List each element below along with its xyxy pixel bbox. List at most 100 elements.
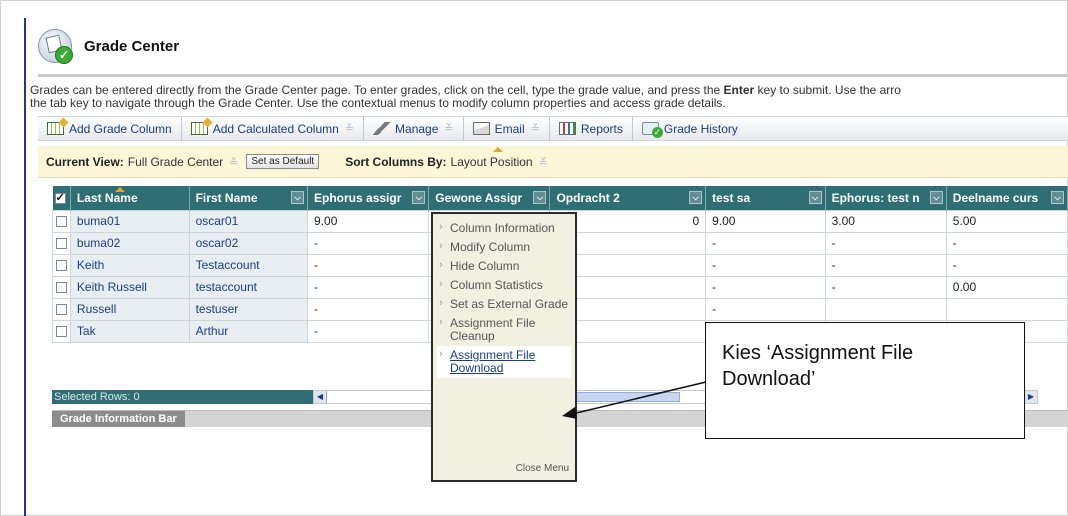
column-menu-icon[interactable]: ⌵ [1051, 191, 1064, 204]
grade-cell[interactable]: - [307, 319, 430, 343]
row-checkbox[interactable] [55, 260, 67, 272]
grade-cell[interactable]: - [824, 253, 947, 277]
sort-columns-dropdown[interactable]: Layout Position ≚ [451, 146, 548, 169]
column-header[interactable]: Opdracht 2 ⌵ [549, 186, 707, 210]
column-menu-icon[interactable]: ⌵ [808, 191, 822, 204]
row-checkbox[interactable] [55, 238, 67, 250]
close-menu-link[interactable]: Close Menu [516, 463, 569, 474]
column-header[interactable]: Gewone Assigr ⌵ [428, 186, 551, 210]
chevron-right-icon: › [439, 221, 443, 233]
set-as-default-button[interactable]: Set as Default [246, 154, 320, 169]
grade-cell[interactable]: - [307, 253, 430, 277]
row-checkbox[interactable] [55, 326, 67, 338]
title-divider [38, 74, 1068, 77]
column-menu-icon[interactable]: ⌵ [412, 191, 426, 204]
last-name-cell[interactable]: Russell [69, 297, 190, 321]
grade-cell[interactable]: 0.00 [945, 275, 1068, 299]
grade-cell[interactable]: - [705, 253, 826, 277]
grade-cell[interactable]: 3.00 [824, 209, 947, 233]
row-checkbox[interactable] [55, 282, 67, 294]
grade-cell[interactable]: - [945, 231, 1068, 255]
column-header[interactable]: Ephorus: test n ⌵ [825, 186, 947, 210]
current-view-label: Current View: [46, 154, 124, 169]
row-checkbox[interactable] [55, 304, 67, 316]
grade-cell[interactable]: - [307, 275, 430, 299]
chevron-down-icon: ≚ [344, 123, 355, 135]
first-name-cell[interactable]: Arthur [188, 319, 309, 343]
sort-indicator-icon [492, 146, 503, 152]
chevron-right-icon: › [439, 278, 443, 290]
select-all-checkbox[interactable] [54, 191, 66, 205]
wrench-icon [373, 122, 391, 135]
add-grade-column-button[interactable]: Add Grade Column [38, 117, 182, 140]
last-name-cell[interactable]: Tak [69, 319, 190, 343]
manage-menu-button[interactable]: Manage ≚ [364, 117, 464, 140]
view-options-bar: Current View: Full Grade Center ≚ Set as … [38, 146, 1068, 178]
grade-cell[interactable]: - [307, 231, 430, 255]
email-menu-button[interactable]: Email ≚ [464, 117, 550, 140]
row-checkbox[interactable] [55, 216, 67, 228]
grade-cell[interactable]: - [824, 231, 947, 255]
select-all-header[interactable] [52, 186, 71, 210]
menu-item-assignment-file-download[interactable]: › Assignment File Download [437, 346, 571, 378]
column-menu-icon[interactable]: ⌵ [291, 191, 305, 204]
grade-cell[interactable]: - [705, 297, 826, 321]
first-name-cell[interactable]: Testaccount [188, 253, 309, 277]
chevron-down-icon: ≚ [229, 156, 239, 169]
scroll-left-icon[interactable]: ◀ [314, 391, 327, 403]
sort-ascending-icon [114, 187, 125, 192]
menu-item-column-information[interactable]: › Column Information [433, 219, 575, 238]
grade-cell[interactable]: 9.00 [307, 209, 430, 233]
menu-item-assignment-file-cleanup[interactable]: › Assignment File Cleanup [433, 314, 575, 346]
grade-cell[interactable]: - [705, 275, 826, 299]
page-header: ✓ Grade Center [38, 28, 179, 64]
grade-center-icon: ✓ [38, 29, 73, 64]
current-view-dropdown[interactable]: Full Grade Center ≚ [128, 155, 239, 169]
grade-information-bar-label: Grade Information Bar [52, 411, 185, 427]
add-column-icon [47, 122, 64, 135]
last-name-cell[interactable]: Keith Russell [69, 275, 190, 299]
instruction-callout: Kies ‘Assignment File Download’ [705, 322, 1025, 439]
last-name-cell[interactable]: buma02 [69, 231, 190, 255]
chevron-down-icon: ≚ [530, 123, 540, 135]
menu-item-hide-column[interactable]: › Hide Column [433, 257, 575, 276]
chevron-down-icon: ≚ [538, 156, 548, 169]
column-menu-icon[interactable]: ⌵ [929, 191, 943, 204]
menu-item-modify-column[interactable]: › Modify Column [433, 238, 575, 257]
column-header[interactable]: Deelname curs ⌵ [946, 186, 1068, 210]
action-toolbar: Add Grade Column Add Calculated Column ≚… [38, 116, 1068, 141]
last-name-cell[interactable]: Keith [69, 253, 190, 277]
first-name-cell[interactable]: oscar01 [188, 209, 309, 233]
grade-cell[interactable] [824, 297, 947, 321]
grade-cell[interactable]: 9.00 [705, 209, 826, 233]
grade-cell[interactable]: - [307, 297, 430, 321]
chevron-right-icon: › [439, 316, 443, 328]
first-name-cell[interactable]: testuser [188, 297, 309, 321]
first-name-cell[interactable]: oscar02 [188, 231, 309, 255]
scroll-thumb[interactable] [562, 392, 680, 402]
first-name-cell[interactable]: testaccount [188, 275, 309, 299]
grade-cell[interactable]: - [945, 253, 1068, 277]
left-accent-bar [24, 18, 26, 516]
column-header[interactable]: Last Name [70, 186, 190, 210]
reports-button[interactable]: Reports [550, 117, 633, 140]
column-header[interactable]: Ephorus assigr ⌵ [307, 186, 430, 210]
grade-history-button[interactable]: Grade History [633, 117, 747, 140]
sort-columns-label: Sort Columns By: [345, 154, 447, 169]
column-header[interactable]: First Name ⌵ [189, 186, 309, 210]
grade-cell[interactable] [945, 297, 1068, 321]
grade-cell[interactable]: - [705, 231, 826, 255]
calculated-column-icon [190, 122, 208, 135]
menu-item-set-as-external-grade[interactable]: › Set as External Grade [433, 295, 575, 314]
grade-cell[interactable]: - [824, 275, 947, 299]
last-name-cell[interactable]: buma01 [69, 209, 190, 233]
grade-cell[interactable]: 5.00 [945, 209, 1068, 233]
column-menu-icon[interactable]: ⌵ [689, 191, 703, 204]
column-menu-icon[interactable]: ⌵ [533, 191, 547, 204]
column-header[interactable]: test sa ⌵ [705, 186, 826, 210]
scroll-right-icon[interactable]: ▶ [1024, 391, 1037, 403]
add-calculated-column-button[interactable]: Add Calculated Column ≚ [182, 117, 365, 140]
menu-item-column-statistics[interactable]: › Column Statistics [433, 276, 575, 295]
chevron-right-icon: › [439, 259, 443, 271]
chevron-right-icon: › [439, 240, 443, 252]
